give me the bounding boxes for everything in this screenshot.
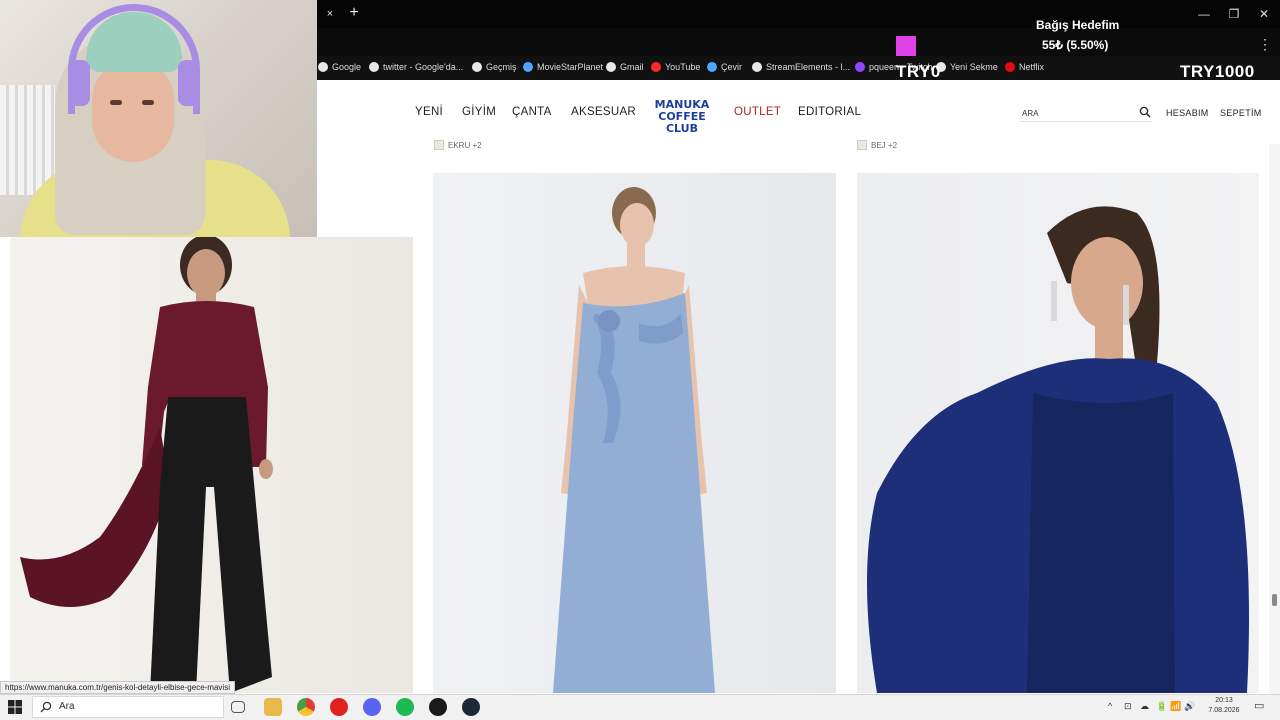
color-swatch-row[interactable]: EKRU +2 — [434, 139, 482, 151]
bookmark-netflix[interactable]: Netflix — [1005, 60, 1044, 74]
nav-new[interactable]: YENİ — [415, 106, 443, 118]
opera-icon[interactable] — [330, 698, 348, 716]
color-swatch-row[interactable]: BEJ +2 — [857, 139, 897, 151]
onedrive-icon[interactable]: ☁ — [1140, 701, 1149, 712]
network-icon[interactable]: 📶 — [1170, 701, 1181, 712]
google-icon — [318, 62, 328, 72]
product-image-blue-ruffle-dress[interactable] — [433, 173, 836, 693]
color-swatch[interactable] — [857, 140, 867, 150]
bookmark-google[interactable]: Google — [318, 60, 361, 74]
file-explorer-icon[interactable] — [264, 698, 282, 716]
obs-icon[interactable] — [429, 698, 447, 716]
chrome-icon[interactable] — [297, 698, 315, 716]
search-icon — [40, 701, 52, 713]
bookmark-streamelements[interactable]: StreamElements - l... — [752, 60, 850, 74]
nav-outlet[interactable]: OUTLET — [734, 106, 781, 118]
history-icon — [472, 62, 482, 72]
screen: × + — ❐ ✕ Bağış Hedefim 55₺ (5.50%) ⋮ Go… — [0, 0, 1280, 720]
product-image-navy-cape-dress[interactable] — [857, 173, 1259, 693]
moviestarplanet-icon — [523, 62, 533, 72]
site-logo[interactable]: MANUKA COFFEE CLUB — [648, 99, 716, 135]
google-icon — [369, 62, 379, 72]
nav-bags[interactable]: ÇANTA — [512, 106, 552, 118]
browser-menu-icon[interactable]: ⋮ — [1258, 36, 1272, 52]
taskbar-clock[interactable]: 20:13 7.08.2026 — [1196, 696, 1252, 716]
bookmark-translate[interactable]: Çevir — [707, 60, 742, 74]
product-figure — [553, 187, 715, 693]
donation-goal-title: Bağış Hedefim — [1036, 18, 1120, 32]
tray-expand-icon[interactable]: ^ — [1108, 701, 1112, 711]
page-scrollbar[interactable] — [1269, 144, 1280, 694]
volume-icon[interactable]: 🔊 — [1184, 701, 1195, 712]
streamelements-icon — [752, 62, 762, 72]
donation-goal-indicator — [896, 36, 916, 56]
restore-button[interactable]: ❐ — [1221, 4, 1247, 24]
close-window-button[interactable]: ✕ — [1251, 4, 1277, 24]
cart-link[interactable]: SEPETİM — [1220, 108, 1262, 118]
nav-accessories[interactable]: AKSESUAR — [571, 106, 636, 118]
bookmark-moviestarplanet[interactable]: MovieStarPlanet — [523, 60, 603, 74]
account-link[interactable]: HESABIM — [1166, 108, 1209, 118]
twitch-icon — [855, 62, 865, 72]
task-view-icon[interactable] — [231, 701, 245, 713]
taskbar-search-text: Ara — [59, 701, 75, 712]
minimize-button[interactable]: — — [1191, 4, 1217, 24]
stream-code-left: TRY0 — [896, 62, 941, 81]
stream-code-right: TRY1000 — [1180, 62, 1255, 81]
product-figure — [20, 237, 273, 693]
bookmark-history[interactable]: Geçmiş — [472, 60, 517, 74]
netflix-icon — [1005, 62, 1015, 72]
gmail-icon — [606, 62, 616, 72]
new-tab-button[interactable]: + — [345, 4, 363, 22]
discord-icon[interactable] — [363, 698, 381, 716]
bookmark-twitter-search[interactable]: twitter - Google'da... — [369, 60, 463, 74]
notification-icon[interactable]: ▭ — [1254, 699, 1264, 712]
steam-icon[interactable] — [462, 698, 480, 716]
spotify-icon[interactable] — [396, 698, 414, 716]
clock-time: 20:13 — [1215, 697, 1233, 704]
search-icon[interactable] — [1139, 106, 1151, 118]
search-input[interactable] — [1022, 106, 1132, 120]
scrollbar-thumb[interactable] — [1272, 594, 1277, 606]
donation-goal-value: 55₺ (5.50%) — [1042, 38, 1109, 52]
logo-line-2: COFFEE CLUB — [658, 110, 706, 135]
bookmark-youtube[interactable]: YouTube — [651, 60, 700, 74]
clock-date: 7.08.2026 — [1208, 707, 1240, 714]
product-figure — [867, 206, 1249, 693]
status-bar-url: https://www.manuka.com.tr/genis-kol-deta… — [0, 681, 235, 694]
youtube-icon — [651, 62, 661, 72]
color-swatch[interactable] — [434, 140, 444, 150]
tray-app-icon[interactable]: ⊡ — [1124, 701, 1132, 712]
windows-start-icon[interactable] — [8, 700, 22, 714]
translate-icon — [707, 62, 717, 72]
battery-icon[interactable]: 🔋 — [1156, 701, 1167, 712]
bookmark-gmail[interactable]: Gmail — [606, 60, 644, 74]
streamer-webcam — [0, 0, 317, 237]
nav-clothing[interactable]: GİYİM — [462, 106, 496, 118]
nav-editorial[interactable]: EDITORIAL — [798, 106, 861, 118]
bookmark-new-tab[interactable]: Yeni Sekme — [936, 60, 998, 74]
product-image-burgundy-outfit[interactable] — [10, 237, 413, 693]
close-tab-icon[interactable]: × — [322, 6, 338, 22]
